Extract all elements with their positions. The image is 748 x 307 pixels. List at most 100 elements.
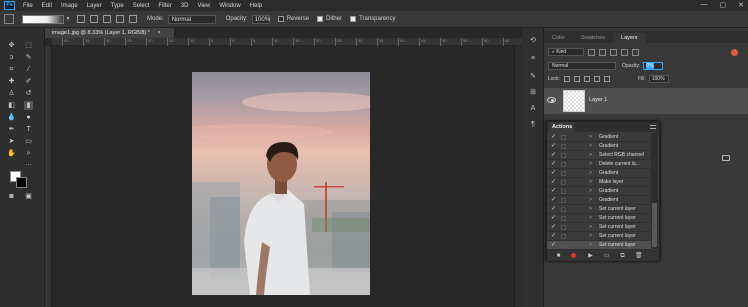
close-tab-icon[interactable]: ×: [157, 30, 160, 36]
reverse-checkbox[interactable]: [277, 16, 284, 22]
chevron-right-icon[interactable]: >: [589, 232, 592, 241]
screen-mode-icon[interactable]: ▣: [24, 192, 33, 201]
history-brush-icon[interactable]: ↺: [24, 89, 33, 98]
menu-window[interactable]: Window: [219, 3, 240, 9]
check-icon[interactable]: ✓: [551, 142, 557, 151]
actions-scroll-thumb[interactable]: [652, 203, 657, 247]
check-icon[interactable]: ✓: [551, 214, 557, 223]
check-icon[interactable]: ✓: [551, 187, 557, 196]
lock-transparent-icon[interactable]: [563, 76, 570, 82]
menu-edit[interactable]: Edit: [42, 3, 52, 9]
dialog-toggle[interactable]: [561, 198, 566, 203]
action-row[interactable]: ✓ > Set current layer: [547, 214, 651, 223]
angle-gradient-icon[interactable]: [103, 15, 111, 23]
chevron-right-icon[interactable]: >: [589, 169, 592, 178]
history-panel-icon[interactable]: ⟲: [528, 36, 538, 46]
check-icon[interactable]: ✓: [551, 196, 557, 205]
minimize-icon[interactable]: —: [701, 1, 708, 9]
chevron-right-icon[interactable]: >: [589, 142, 592, 151]
tab-layers[interactable]: Layers: [613, 33, 646, 43]
kind-filter-select[interactable]: ⌕ Kind: [548, 48, 584, 56]
menu-image[interactable]: Image: [61, 3, 78, 9]
check-icon[interactable]: ✓: [551, 205, 557, 214]
action-row[interactable]: ✓ > Make layer: [547, 178, 651, 187]
new-action-icon[interactable]: ⧉: [619, 253, 626, 259]
eyedropper-tool-icon[interactable]: ⁄: [24, 65, 33, 74]
dialog-toggle[interactable]: [561, 225, 566, 230]
dialog-toggle[interactable]: [561, 135, 566, 140]
lock-artboard-icon[interactable]: [593, 76, 600, 82]
check-icon[interactable]: ✓: [551, 160, 557, 169]
check-icon[interactable]: ✓: [551, 241, 557, 250]
path-selection-icon[interactable]: ➤: [7, 137, 16, 146]
character-panel-icon[interactable]: A: [528, 104, 538, 114]
check-icon[interactable]: ✓: [551, 151, 557, 160]
document-tab[interactable]: image1.jpg @ 8.33% (Layer 1, RGB/8) * ×: [45, 28, 175, 38]
shape-filter-icon[interactable]: [621, 48, 628, 56]
type-tool-icon[interactable]: T: [24, 125, 33, 134]
clone-stamp-icon[interactable]: ♙: [7, 89, 16, 98]
document-image[interactable]: [192, 72, 370, 295]
mode-select[interactable]: Normal: [167, 14, 216, 24]
action-row[interactable]: ✓ > Gradient: [547, 142, 651, 151]
dialog-toggle[interactable]: [561, 243, 566, 248]
smart-object-filter-icon[interactable]: [632, 48, 639, 56]
panel-menu-icon[interactable]: [650, 125, 656, 129]
lasso-tool-icon[interactable]: ↄ: [7, 53, 16, 62]
menu-type[interactable]: Type: [111, 3, 124, 9]
transparency-checkbox[interactable]: [350, 16, 357, 22]
stop-icon[interactable]: ■: [555, 253, 562, 259]
quick-mask-icon[interactable]: ◙: [7, 192, 16, 201]
menu-select[interactable]: Select: [133, 3, 150, 9]
chevron-right-icon[interactable]: >: [589, 160, 592, 169]
chevron-right-icon[interactable]: >: [589, 178, 592, 187]
actions-scrollbar[interactable]: [651, 133, 658, 249]
healing-brush-icon[interactable]: ✚: [7, 77, 16, 86]
move-tool-icon[interactable]: ✥: [7, 41, 16, 50]
maximize-icon[interactable]: ▢: [720, 1, 727, 9]
linear-gradient-icon[interactable]: [77, 15, 85, 23]
action-row[interactable]: ✓ > Gradient: [547, 196, 651, 205]
reflected-gradient-icon[interactable]: [116, 15, 124, 23]
canvas-vertical-scrollbar[interactable]: [514, 46, 522, 307]
pixel-filter-icon[interactable]: [588, 48, 595, 56]
dialog-toggle[interactable]: [561, 189, 566, 194]
dialog-toggle[interactable]: [561, 153, 566, 158]
eraser-tool-icon[interactable]: ◧: [7, 101, 16, 110]
menu-3d[interactable]: 3D: [181, 3, 189, 9]
more-tools-icon[interactable]: …: [24, 159, 33, 168]
menu-filter[interactable]: Filter: [158, 3, 171, 9]
actions-title[interactable]: Actions: [549, 122, 576, 132]
menu-help[interactable]: Help: [250, 3, 262, 9]
type-filter-icon[interactable]: [610, 48, 617, 56]
marquee-tool-icon[interactable]: ⬚: [24, 41, 33, 50]
chevron-right-icon[interactable]: >: [589, 196, 592, 205]
action-row[interactable]: ✓ > Set current layer: [547, 241, 651, 250]
pen-tool-icon[interactable]: ✒: [7, 125, 16, 134]
blend-mode-select[interactable]: Normal: [548, 62, 616, 70]
action-row[interactable]: ✓ > Gradient: [547, 133, 651, 142]
close-icon[interactable]: ✕: [738, 1, 744, 9]
action-row[interactable]: ✓ > Set current layer: [547, 232, 651, 241]
diamond-gradient-icon[interactable]: [129, 15, 137, 23]
lock-image-icon[interactable]: [573, 76, 580, 82]
rectangle-tool-icon[interactable]: ▭: [24, 137, 33, 146]
gradient-tool-preset-icon[interactable]: [4, 14, 14, 24]
layer-row[interactable]: Layer 1: [544, 88, 748, 114]
new-set-icon[interactable]: ▭: [603, 253, 610, 259]
crop-tool-icon[interactable]: ⌗: [7, 65, 16, 74]
dodge-tool-icon[interactable]: ●: [24, 113, 33, 122]
layer-opacity-input[interactable]: 0%: [643, 62, 664, 70]
tab-swatches[interactable]: Swatches: [573, 33, 613, 43]
gradient-picker[interactable]: [22, 14, 64, 24]
menu-layer[interactable]: Layer: [87, 3, 102, 9]
action-row[interactable]: ✓ > Gradient: [547, 169, 651, 178]
dither-checkbox[interactable]: [317, 16, 324, 22]
chevron-right-icon[interactable]: >: [589, 205, 592, 214]
menu-view[interactable]: View: [197, 3, 210, 9]
delete-icon[interactable]: 🗑: [635, 253, 643, 259]
chevron-right-icon[interactable]: >: [589, 151, 592, 160]
blur-tool-icon[interactable]: 💧: [7, 113, 16, 122]
eye-icon[interactable]: [547, 97, 556, 103]
properties-panel-icon[interactable]: ≡: [528, 54, 538, 64]
